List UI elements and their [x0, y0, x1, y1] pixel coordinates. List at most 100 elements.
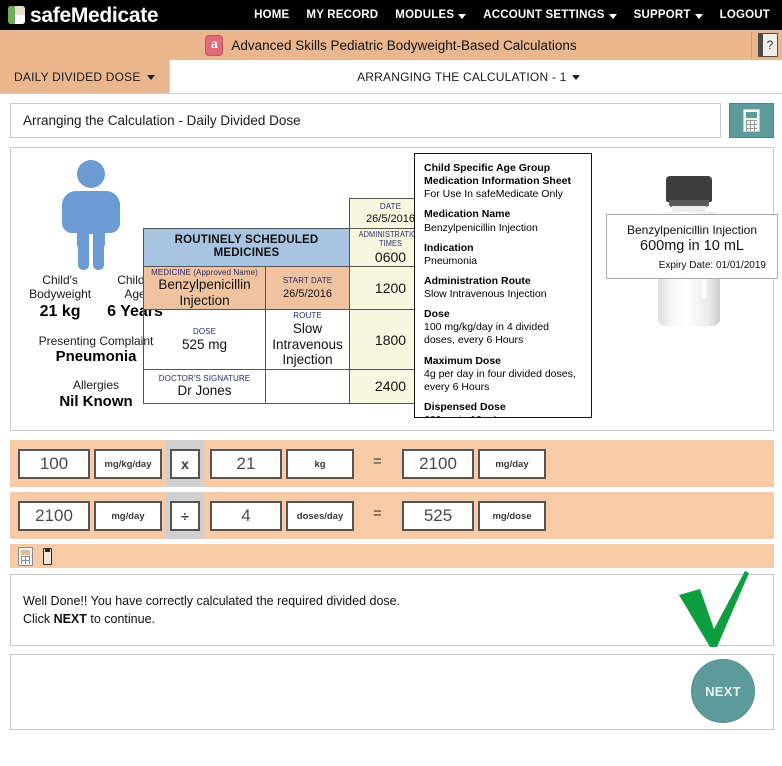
- calculator-icon[interactable]: [18, 546, 33, 566]
- medicine-value: Benzylpenicillin Injection: [158, 277, 251, 308]
- med-sheet-title-line2: Medication Information Sheet: [424, 175, 572, 188]
- calc-row-1-value2-input[interactable]: 21: [210, 449, 282, 479]
- med-sheet-value-indication: Pneumonia: [424, 254, 478, 267]
- chart-row-medicine: MEDICINE (Approved Name) Benzylpenicilli…: [143, 265, 432, 311]
- chart-section-title: ROUTINELY SCHEDULED MEDICINES: [143, 228, 350, 267]
- calc-row-1-value1-input[interactable]: 100: [18, 449, 90, 479]
- med-sheet-heading-maximum-dose: Maximum Dose: [424, 354, 502, 367]
- green-check-icon: [679, 571, 749, 647]
- feedback-line-2-suffix: to continue.: [86, 612, 156, 626]
- med-sheet-value-medication-name: Benzylpenicillin Injection: [424, 221, 538, 234]
- calc-row-2-equals-sign: =: [373, 505, 382, 522]
- nav-item-support[interactable]: SUPPORT: [634, 9, 703, 21]
- vial-label-strength: 600mg in 10 mL: [640, 237, 744, 254]
- chevron-down-icon: [608, 13, 617, 19]
- bodyweight-label-line1: Child's: [42, 273, 78, 287]
- calc-row-2-value2-input[interactable]: 4: [210, 501, 282, 531]
- tab-daily-divided-dose[interactable]: DAILY DIVIDED DOSE: [0, 60, 169, 93]
- patient-information-panel: Child's Bodyweight 21 kg Child's Age 6 Y…: [10, 147, 778, 431]
- module-title-bar: a Advanced Skills Pediatric Bodyweight-B…: [0, 30, 782, 60]
- vial-label: Benzylpenicillin Injection 600mg in 10 m…: [606, 214, 778, 279]
- help-glyph: ?: [766, 38, 774, 52]
- chart-cell-dose: DOSE 525 mg: [143, 309, 266, 370]
- med-sheet-title-line1: Child Specific Age Group: [424, 162, 551, 174]
- feedback-line-2: Click NEXT to continue.: [23, 610, 400, 628]
- nav-item-account-settings[interactable]: ACCOUNT SETTINGS: [483, 9, 617, 21]
- module-badge-icon: a: [205, 34, 224, 56]
- calc-row-1-result-unit-input[interactable]: mg/day: [478, 449, 546, 479]
- chevron-down-icon: [572, 75, 581, 80]
- calc-row-1-result-input[interactable]: 2100: [402, 449, 474, 479]
- feedback-line-2-bold: NEXT: [53, 612, 87, 626]
- brand-logo[interactable]: safeMedicate: [8, 5, 159, 26]
- module-title: Advanced Skills Pediatric Bodyweight-Bas…: [231, 37, 577, 53]
- tab-bar: DAILY DIVIDED DOSE ARRANGING THE CALCULA…: [0, 60, 782, 94]
- feedback-panel: Well Done!! You have correctly calculate…: [10, 571, 774, 647]
- nav-item-home-label: HOME: [254, 9, 290, 21]
- top-navigation-bar: safeMedicate HOME MY RECORD MODULES ACCO…: [0, 0, 782, 30]
- nav-item-modules-label: MODULES: [395, 9, 455, 21]
- calc-row-2-operator-column: ÷: [166, 492, 204, 539]
- med-sheet-subtitle: For Use In safeMedicate Only: [424, 188, 563, 201]
- prescription-chart-table: DATE 26/5/2016 ROUTINELY SCHEDULED MEDIC…: [143, 198, 432, 404]
- med-sheet-value-maximum-dose-line1: 4g per day in four divided doses,: [424, 367, 576, 380]
- bodyweight-block: Child's Bodyweight 21 kg: [29, 273, 91, 321]
- calc-row-2-value1-input[interactable]: 2100: [18, 501, 90, 531]
- calc-row-1-operator[interactable]: x: [170, 448, 200, 479]
- tab-daily-divided-dose-label: DAILY DIVIDED DOSE: [14, 69, 141, 84]
- chart-cell-route: ROUTE Slow Intravenous Injection: [265, 309, 350, 370]
- nav-item-my-record-label: MY RECORD: [306, 9, 379, 21]
- safemedicate-logo-icon: [8, 6, 25, 24]
- calculator-button[interactable]: [729, 103, 774, 138]
- calc-row-2-result-unit-input[interactable]: mg/dose: [478, 501, 546, 531]
- medication-vial: Benzylpenicillin Injection 600mg in 10 m…: [603, 154, 781, 419]
- dose-value: 525 mg: [181, 336, 228, 352]
- chart-cell-blank: [265, 368, 350, 404]
- chart-row-date: DATE 26/5/2016: [144, 198, 432, 229]
- med-sheet-heading-dose: Dose: [424, 308, 450, 321]
- vial-label-expiry: Expiry Date: 01/01/2019: [658, 259, 766, 271]
- nav-item-modules[interactable]: MODULES: [395, 9, 467, 21]
- calc-row-2-result-input[interactable]: 525: [402, 501, 474, 531]
- prescription-chart: DATE 26/5/2016 ROUTINELY SCHEDULED MEDIC…: [143, 198, 432, 404]
- start-date-value: 26/5/2016: [283, 288, 332, 301]
- start-date-header: START DATE: [282, 275, 333, 285]
- chart-cell-signature: DOCTOR'S SIGNATURE Dr Jones: [143, 368, 266, 404]
- medicine-header: MEDICINE (Approved Name): [151, 267, 258, 277]
- calc-row-2-unit1-input[interactable]: mg/day: [94, 501, 162, 531]
- calc-row-1-unit1-input[interactable]: mg/kg/day: [94, 449, 162, 479]
- nav-item-support-label: SUPPORT: [633, 9, 691, 21]
- divider: [751, 32, 752, 58]
- calculator-icon: [743, 109, 760, 132]
- nav-item-logout-label: LOGOUT: [719, 9, 770, 21]
- chart-cell-medicine: MEDICINE (Approved Name) Benzylpenicilli…: [143, 265, 266, 311]
- calc-row-2-operator[interactable]: ÷: [170, 500, 200, 531]
- footer-panel: NEXT: [10, 654, 774, 730]
- dose-header: DOSE: [192, 326, 217, 336]
- calc-row-1-operator-column: x: [166, 440, 204, 487]
- nav-item-home[interactable]: HOME: [254, 9, 289, 21]
- med-sheet-heading-administration-route: Administration Route: [424, 274, 531, 287]
- feedback-line-1: Well Done!! You have correctly calculate…: [23, 593, 401, 608]
- vial-label-name: Benzylpenicillin Injection: [626, 222, 758, 237]
- med-sheet-heading-indication: Indication: [424, 241, 474, 254]
- help-notebook-icon[interactable]: ?: [758, 33, 778, 57]
- chart-row-section-title: ROUTINELY SCHEDULED MEDICINES ADMINISTRA…: [143, 228, 432, 267]
- feedback-text: Well Done!! You have correctly calculate…: [11, 592, 400, 628]
- chart-section-title-line2: MEDICINES: [213, 247, 280, 260]
- tab-arranging-the-calculation-1-label: ARRANGING THE CALCULATION - 1: [357, 69, 567, 84]
- chevron-down-icon: [146, 75, 155, 80]
- chart-section-title-line1: ROUTINELY SCHEDULED: [174, 233, 319, 246]
- nav-item-my-record[interactable]: MY RECORD: [306, 9, 378, 21]
- nav-item-logout[interactable]: LOGOUT: [720, 9, 770, 21]
- next-button[interactable]: NEXT: [691, 659, 755, 723]
- calc-row-2-unit2-input[interactable]: doses/day: [286, 501, 354, 531]
- page-title: Arranging the Calculation - Daily Divide…: [10, 103, 721, 138]
- tab-arranging-the-calculation-1[interactable]: ARRANGING THE CALCULATION - 1: [170, 60, 782, 93]
- nav-links: HOME MY RECORD MODULES ACCOUNT SETTINGS …: [254, 9, 772, 21]
- module-title-group: a Advanced Skills Pediatric Bodyweight-B…: [0, 34, 782, 56]
- chevron-down-icon: [458, 13, 467, 19]
- chart-row-signature: DOCTOR'S SIGNATURE Dr Jones 2400: [143, 368, 432, 404]
- calc-row-1-unit2-input[interactable]: kg: [286, 449, 354, 479]
- vial-icon[interactable]: [43, 547, 52, 565]
